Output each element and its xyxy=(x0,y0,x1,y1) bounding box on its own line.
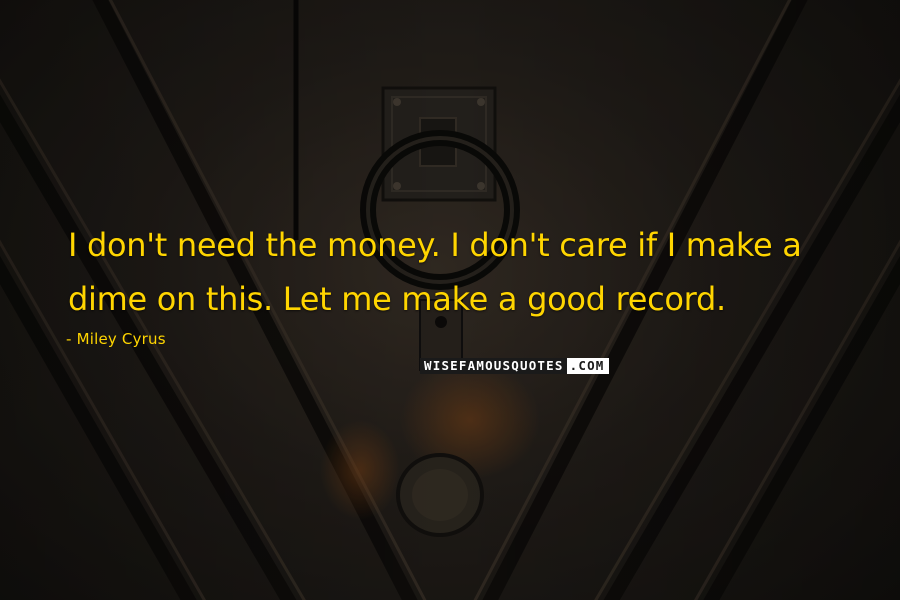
quote-author: - Miley Cyrus xyxy=(66,330,166,348)
watermark-suffix: .COM xyxy=(566,358,609,374)
quote-text: I don't need the money. I don't care if … xyxy=(68,226,802,318)
watermark-main: WISEFAMOUSQUOTES xyxy=(420,358,567,374)
quote-card: I don't need the money. I don't care if … xyxy=(0,0,900,600)
site-watermark-logo: WISEFAMOUSQUOTES .COM xyxy=(420,358,609,374)
